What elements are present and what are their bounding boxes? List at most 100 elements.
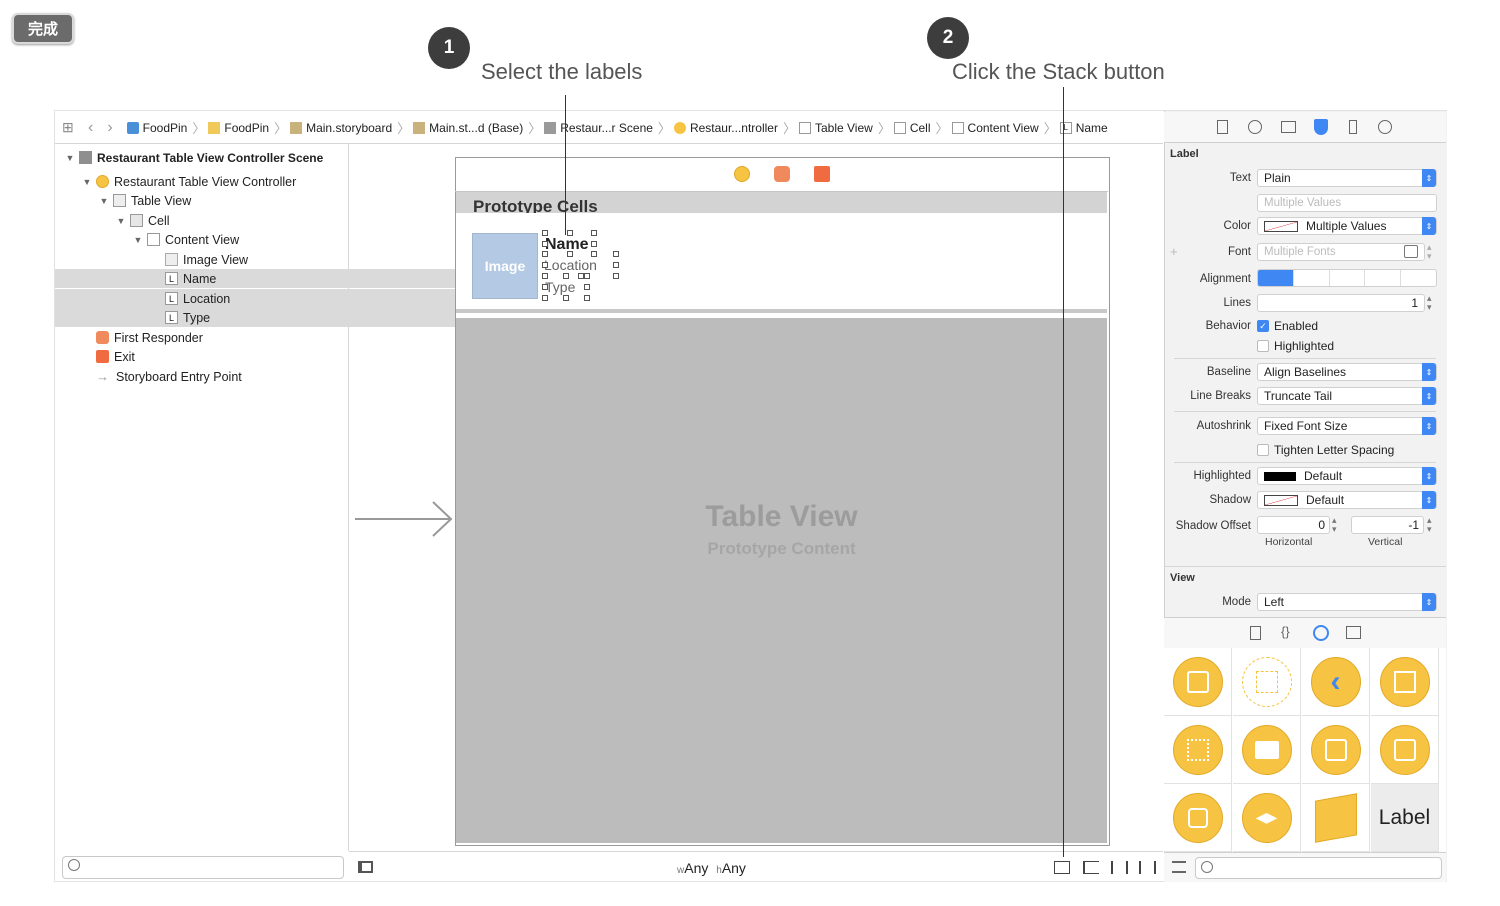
done-button[interactable]: 完成 bbox=[12, 13, 74, 44]
color-popup[interactable]: Multiple Values ⇕ bbox=[1257, 217, 1437, 235]
selection-handle[interactable] bbox=[567, 230, 573, 236]
library-item-label[interactable]: Label bbox=[1371, 784, 1439, 852]
forward-icon[interactable]: › bbox=[107, 119, 112, 137]
selection-handle[interactable] bbox=[613, 262, 619, 268]
first-responder-icon[interactable] bbox=[774, 166, 790, 182]
selection-handle[interactable] bbox=[613, 251, 619, 257]
font-size-stepper[interactable]: ▴ ▾ bbox=[1427, 243, 1437, 261]
disclosure-triangle-icon[interactable]: ▼ bbox=[99, 196, 109, 206]
library-item-page-view-controller[interactable] bbox=[1371, 716, 1439, 784]
selection-handle[interactable] bbox=[542, 273, 548, 279]
disclosure-triangle-icon[interactable]: ▼ bbox=[133, 235, 143, 245]
shadow-vertical-stepper[interactable]: ▴ ▾ bbox=[1427, 516, 1437, 534]
align-natural-icon[interactable] bbox=[1400, 270, 1436, 286]
enabled-checkbox[interactable]: ✓ bbox=[1257, 320, 1269, 332]
autoshrink-popup[interactable]: Fixed Font Size ⇕ bbox=[1257, 417, 1437, 435]
jumpbar-item-storyboard-base[interactable]: Main.st...d (Base) bbox=[413, 121, 523, 135]
selection-handle[interactable] bbox=[542, 251, 548, 257]
media-library-icon[interactable] bbox=[1346, 626, 1361, 639]
back-icon[interactable]: ‹ bbox=[88, 119, 93, 137]
list-view-icon[interactable] bbox=[1172, 861, 1186, 873]
attributes-inspector-icon[interactable] bbox=[1314, 119, 1328, 135]
selection-handle[interactable] bbox=[591, 241, 597, 247]
jumpbar-item-name[interactable]: L Name bbox=[1059, 121, 1108, 135]
outline-item-controller[interactable]: ▼ Restaurant Table View Controller bbox=[55, 172, 375, 191]
library-item-object[interactable] bbox=[1302, 784, 1370, 852]
tighten-checkbox[interactable] bbox=[1257, 444, 1269, 456]
library-filter-field[interactable] bbox=[1195, 857, 1442, 879]
jumpbar-item-folder[interactable]: FoodPin bbox=[208, 121, 269, 135]
disclosure-triangle-icon[interactable]: ▼ bbox=[82, 177, 92, 187]
font-picker-icon[interactable] bbox=[1404, 245, 1418, 258]
shadow-vertical-field[interactable]: -1 bbox=[1351, 516, 1424, 534]
content-mode-popup[interactable]: Left ⇕ bbox=[1257, 593, 1437, 611]
highlighted-checkbox[interactable] bbox=[1257, 340, 1269, 352]
table-view[interactable] bbox=[456, 318, 1107, 843]
size-inspector-icon[interactable] bbox=[1349, 120, 1357, 134]
line-breaks-popup[interactable]: Truncate Tail ⇕ bbox=[1257, 387, 1437, 405]
selection-handle[interactable] bbox=[584, 273, 590, 279]
selection-handle[interactable] bbox=[542, 262, 548, 268]
selection-handle[interactable] bbox=[591, 251, 597, 257]
toggle-outline-icon[interactable] bbox=[358, 861, 373, 873]
selection-handle[interactable] bbox=[591, 230, 597, 236]
selection-handle[interactable] bbox=[542, 284, 548, 290]
lines-stepper[interactable]: ▴ ▾ bbox=[1427, 294, 1437, 312]
selection-handle[interactable] bbox=[584, 295, 590, 301]
resolve-issues-icon[interactable] bbox=[1139, 861, 1156, 874]
help-inspector-icon[interactable] bbox=[1248, 120, 1262, 134]
font-field[interactable]: Multiple Fonts bbox=[1257, 243, 1425, 261]
selection-handle[interactable] bbox=[542, 230, 548, 236]
jumpbar-item-storyboard[interactable]: Main.storyboard bbox=[290, 121, 392, 135]
library-item-storyboard-reference[interactable] bbox=[1233, 648, 1301, 716]
selection-handle[interactable] bbox=[563, 273, 569, 279]
lines-field[interactable]: 1 bbox=[1257, 294, 1425, 312]
library-item-navigation-controller[interactable]: ‹ bbox=[1302, 648, 1370, 716]
align-center-icon[interactable] bbox=[1292, 270, 1329, 286]
text-field[interactable]: Multiple Values bbox=[1257, 194, 1437, 212]
jumpbar-item-controller[interactable]: Restaur...ntroller bbox=[673, 121, 778, 135]
connections-inspector-icon[interactable] bbox=[1378, 120, 1392, 134]
library-item-glkit-view-controller[interactable] bbox=[1164, 784, 1232, 852]
selection-handle[interactable] bbox=[542, 241, 548, 247]
file-inspector-icon[interactable] bbox=[1217, 120, 1228, 134]
jumpbar-item-content-view[interactable]: Content View bbox=[951, 121, 1039, 135]
disclosure-triangle-icon[interactable]: ▼ bbox=[116, 216, 126, 226]
jumpbar-item-project[interactable]: FoodPin bbox=[126, 121, 187, 135]
jumpbar-item-table-view[interactable]: Table View bbox=[799, 121, 873, 135]
shadow-horizontal-stepper[interactable]: ▴ ▾ bbox=[1332, 516, 1342, 534]
selection-handle[interactable] bbox=[584, 284, 590, 290]
view-controller-icon[interactable] bbox=[734, 166, 750, 182]
outline-item-first-responder[interactable]: First Responder bbox=[55, 328, 389, 347]
align-icon[interactable] bbox=[1083, 861, 1099, 874]
outline-item-scene[interactable]: ▼ Restaurant Table View Controller Scene bbox=[55, 148, 358, 167]
jumpbar-item-scene[interactable]: Restaur...r Scene bbox=[544, 121, 653, 135]
disclosure-triangle-icon[interactable]: ▼ bbox=[65, 153, 75, 163]
library-item-collection-view-controller[interactable] bbox=[1164, 716, 1232, 784]
align-justify-icon[interactable] bbox=[1364, 270, 1400, 286]
selection-handle[interactable] bbox=[613, 273, 619, 279]
cell-image-view[interactable]: Image bbox=[472, 233, 538, 299]
shadow-horizontal-field[interactable]: 0 bbox=[1257, 516, 1330, 534]
jumpbar-item-cell[interactable]: Cell bbox=[893, 121, 931, 135]
align-right-icon[interactable] bbox=[1328, 270, 1365, 286]
identity-inspector-icon[interactable] bbox=[1281, 121, 1296, 133]
selection-handle[interactable] bbox=[542, 295, 548, 301]
pin-icon[interactable] bbox=[1111, 861, 1128, 874]
outline-item-exit[interactable]: Exit bbox=[55, 347, 389, 366]
library-item-table-view-controller[interactable] bbox=[1371, 648, 1439, 716]
stack-button-icon[interactable] bbox=[1054, 861, 1070, 874]
shadow-color-popup[interactable]: Default ⇕ bbox=[1257, 491, 1437, 509]
library-item-tab-bar-controller[interactable] bbox=[1233, 716, 1301, 784]
baseline-popup[interactable]: Align Baselines ⇕ bbox=[1257, 363, 1437, 381]
cell-location-label[interactable]: Location bbox=[544, 257, 597, 273]
selection-handle[interactable] bbox=[567, 251, 573, 257]
align-left-icon[interactable] bbox=[1258, 270, 1293, 286]
file-template-icon[interactable] bbox=[1250, 626, 1261, 640]
exit-icon[interactable] bbox=[814, 166, 830, 182]
selection-handle[interactable] bbox=[563, 295, 569, 301]
related-items-icon[interactable]: ⊞ bbox=[62, 119, 78, 136]
highlighted-color-popup[interactable]: Default ⇕ bbox=[1257, 467, 1437, 485]
library-item-av-player-view-controller[interactable]: ◀▶ bbox=[1233, 784, 1301, 852]
cell-type-label[interactable]: Type bbox=[545, 279, 575, 295]
